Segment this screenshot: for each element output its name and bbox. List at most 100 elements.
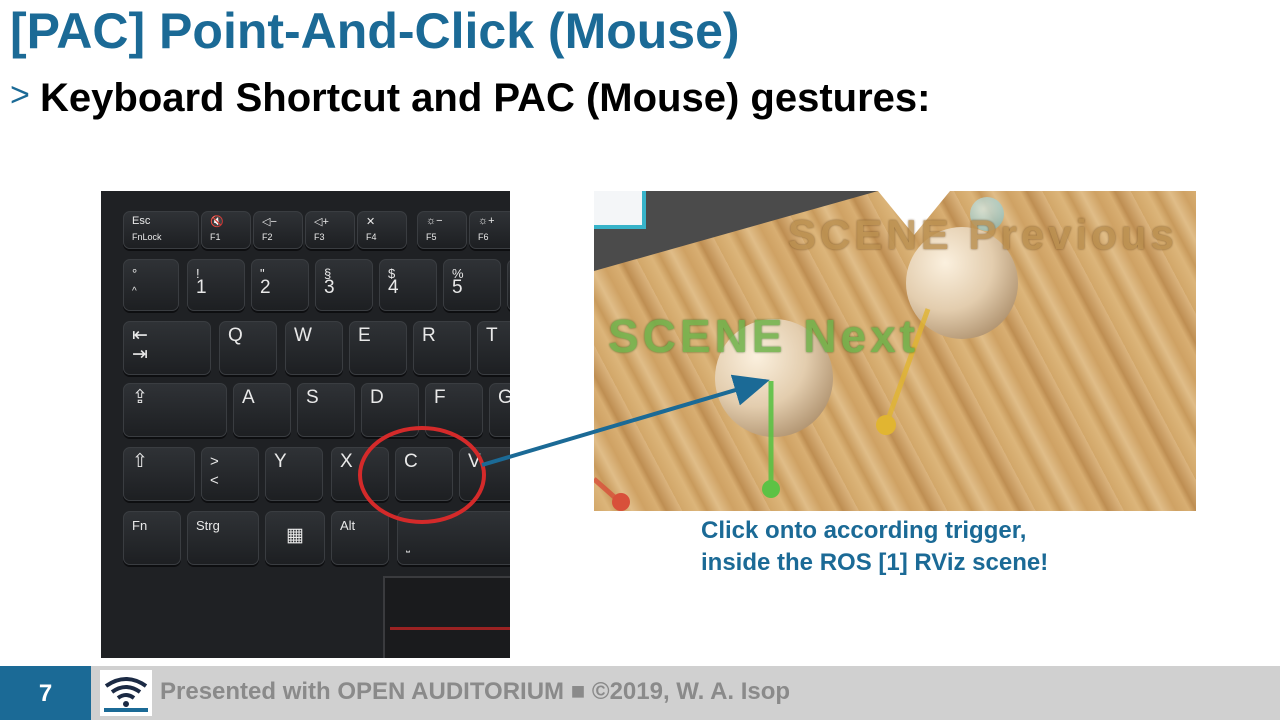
key-caret-top: ° [132, 266, 138, 281]
key-c-label: C [404, 451, 418, 472]
key-v-label: V [468, 451, 481, 472]
key-q-label: Q [228, 325, 243, 346]
key-r: R [413, 321, 471, 375]
key-lt-gt: > < [201, 447, 259, 501]
mute-icon: 🔇 [210, 216, 224, 228]
space-icon: ⎵ [406, 542, 410, 553]
key-space: ⎵ [397, 511, 510, 565]
key-strg: Strg [187, 511, 259, 565]
key-f2: ◁− F2 [253, 211, 303, 249]
green-marker [762, 480, 780, 498]
key-q: Q [219, 321, 277, 375]
key-s-label: S [306, 387, 319, 408]
key-w-label: W [294, 325, 312, 346]
page-number: 7 [0, 666, 91, 720]
key-f: F [425, 383, 483, 437]
key-r-label: R [422, 325, 436, 346]
key-5: % 5 [443, 259, 501, 311]
key-c: C [395, 447, 453, 501]
brightness-down-icon: ☼− [426, 215, 443, 227]
key-tab: ⇤ ⇥ [123, 321, 211, 375]
bullet-marker: > [10, 76, 30, 114]
key-capslock: ⇪ [123, 383, 227, 437]
key-caret: ° ^ [123, 259, 179, 311]
brightness-up-icon: ☼+ [478, 215, 495, 227]
key-d-label: D [370, 387, 384, 408]
red-marker [612, 493, 630, 511]
key-y-label: Y [274, 451, 287, 472]
caption: Click onto according trigger, inside the… [701, 515, 1048, 579]
key-f1-label: F1 [210, 232, 221, 242]
key-t-label: T [486, 325, 498, 346]
key-v: V [459, 447, 510, 501]
key-d: D [361, 383, 419, 437]
keyboard-photo: Esc FnLock 🔇 F1 ◁− F2 ◁+ F3 ✕ F4 ☼− F5 ☼… [101, 191, 510, 658]
key-a: A [233, 383, 291, 437]
key-3: § 3 [315, 259, 373, 311]
bullet-text: Keyboard Shortcut and PAC (Mouse) gestur… [40, 76, 931, 120]
key-a-label: A [242, 387, 255, 408]
key-4: $ 4 [379, 259, 437, 311]
key-t: T [477, 321, 510, 375]
scene-next-label: SCENE Next [608, 310, 919, 362]
footer-text: Presented with OPEN AUDITORIUM ■ ©2019, … [160, 678, 791, 705]
key-1-label: 1 [196, 277, 207, 298]
key-fn: Fn [123, 511, 181, 565]
key-s: S [297, 383, 355, 437]
key-fn-label: Fn [132, 518, 148, 533]
key-windows: ▦ [265, 511, 325, 565]
key-alt-label: Alt [340, 518, 356, 533]
windows-icon: ▦ [286, 525, 304, 546]
key-x: X [331, 447, 389, 501]
rviz-scene-image: SCENE Previous SCENE Next [594, 191, 1196, 511]
key-f2-label: F2 [262, 232, 273, 242]
key-f4: ✕ F4 [357, 211, 407, 249]
capslock-icon: ⇪ [132, 387, 148, 408]
key-x-label: X [340, 451, 353, 472]
key-f3: ◁+ F3 [305, 211, 355, 249]
key-esc: Esc FnLock [123, 211, 199, 249]
key-2-label: 2 [260, 277, 271, 298]
trackpad [383, 576, 510, 658]
key-caret-bottom: ^ [132, 286, 137, 297]
mic-mute-icon: ✕ [366, 216, 376, 228]
key-w: W [285, 321, 343, 375]
scene-previous-label: SCENE Previous [788, 211, 1178, 258]
key-f6: ☼+ F6 [469, 211, 510, 249]
trackpad-red-line [390, 627, 510, 630]
yellow-marker [876, 415, 896, 435]
key-g-label: G [498, 387, 510, 408]
key-y: Y [265, 447, 323, 501]
key-4-label: 4 [388, 277, 399, 298]
volume-up-icon: ◁+ [314, 216, 329, 228]
key-g: G [489, 383, 510, 437]
footer: 7 Presented with OPEN AUDITORIUM ■ ©2019… [0, 666, 1280, 720]
key-e-label: E [358, 325, 371, 346]
caption-line-2: inside the ROS [1] RViz scene! [701, 549, 1049, 576]
wifi-logo-icon [100, 670, 152, 716]
slide-title: [PAC] Point-And-Click (Mouse) [10, 3, 740, 59]
key-f-label: F [434, 387, 446, 408]
key-f6-label: F6 [478, 232, 489, 242]
key-f4-label: F4 [366, 232, 377, 242]
tab-icon: ⇤ ⇥ [132, 325, 148, 365]
key-6 [507, 259, 510, 311]
key-f5: ☼− F5 [417, 211, 467, 249]
caption-line-1: Click onto according trigger, [701, 517, 1027, 544]
key-f1: 🔇 F1 [201, 211, 251, 249]
key-2: " 2 [251, 259, 309, 311]
volume-down-icon: ◁− [262, 216, 277, 228]
key-1: ! 1 [187, 259, 245, 311]
key-shift: ⇧ [123, 447, 195, 501]
shift-icon: ⇧ [132, 451, 148, 472]
key-e: E [349, 321, 407, 375]
key-fnlock-label: FnLock [132, 232, 162, 242]
key-f5-label: F5 [426, 232, 437, 242]
key-f3-label: F3 [314, 232, 325, 242]
key-5-label: 5 [452, 277, 463, 298]
key-esc-label: Esc [132, 215, 151, 227]
key-strg-label: Strg [196, 518, 220, 533]
key-3-label: 3 [324, 277, 335, 298]
key-alt: Alt [331, 511, 389, 565]
key-lt-gt-label: > < [210, 453, 219, 489]
